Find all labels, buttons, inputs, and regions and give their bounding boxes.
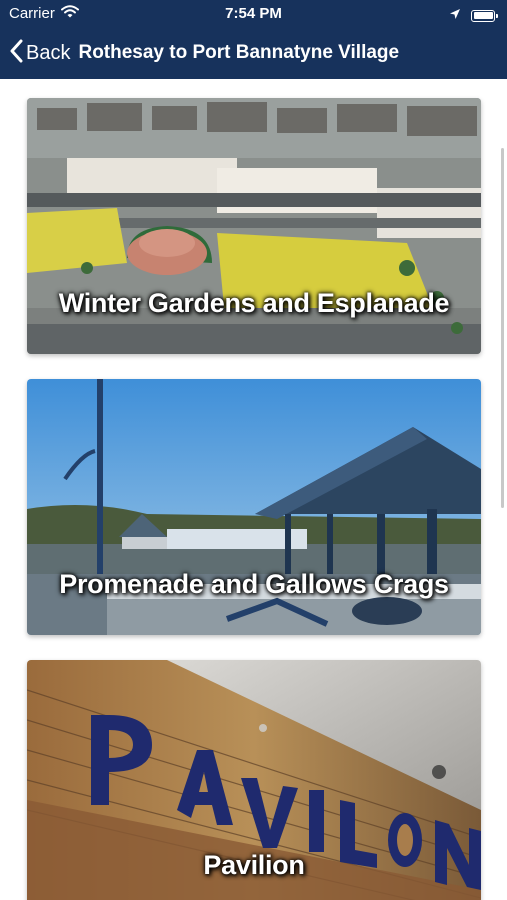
status-time: 7:54 PM bbox=[225, 5, 282, 22]
scrollbar[interactable] bbox=[501, 148, 504, 508]
card-title: Winter Gardens and Esplanade bbox=[58, 288, 450, 318]
card-title: Pavilion bbox=[203, 850, 305, 880]
card-winter-gardens[interactable]: Winter Gardens and Esplanade bbox=[27, 98, 481, 354]
card-list[interactable]: Winter Gardens and Esplanade Promenade a… bbox=[0, 79, 507, 900]
card-title: Promenade and Gallows Crags bbox=[59, 569, 449, 599]
back-label: Back bbox=[26, 41, 71, 64]
card-promenade[interactable]: Promenade and Gallows Crags bbox=[27, 379, 481, 635]
status-right-icons bbox=[449, 7, 498, 24]
navigation-bar: Back Rothesay to Port Bannatyne Village bbox=[0, 36, 507, 70]
status-bar: Carrier 7:54 PM bbox=[0, 0, 507, 28]
chevron-left-icon bbox=[10, 39, 24, 68]
card-pavilion[interactable]: Pavilion bbox=[27, 660, 481, 900]
location-arrow-icon bbox=[449, 7, 461, 24]
battery-icon bbox=[471, 9, 498, 22]
page-title: Rothesay to Port Bannatyne Village bbox=[78, 42, 400, 63]
top-bar: Carrier 7:54 PM Back Rothesay to Port Ba… bbox=[0, 0, 507, 79]
back-button[interactable]: Back bbox=[10, 39, 70, 68]
